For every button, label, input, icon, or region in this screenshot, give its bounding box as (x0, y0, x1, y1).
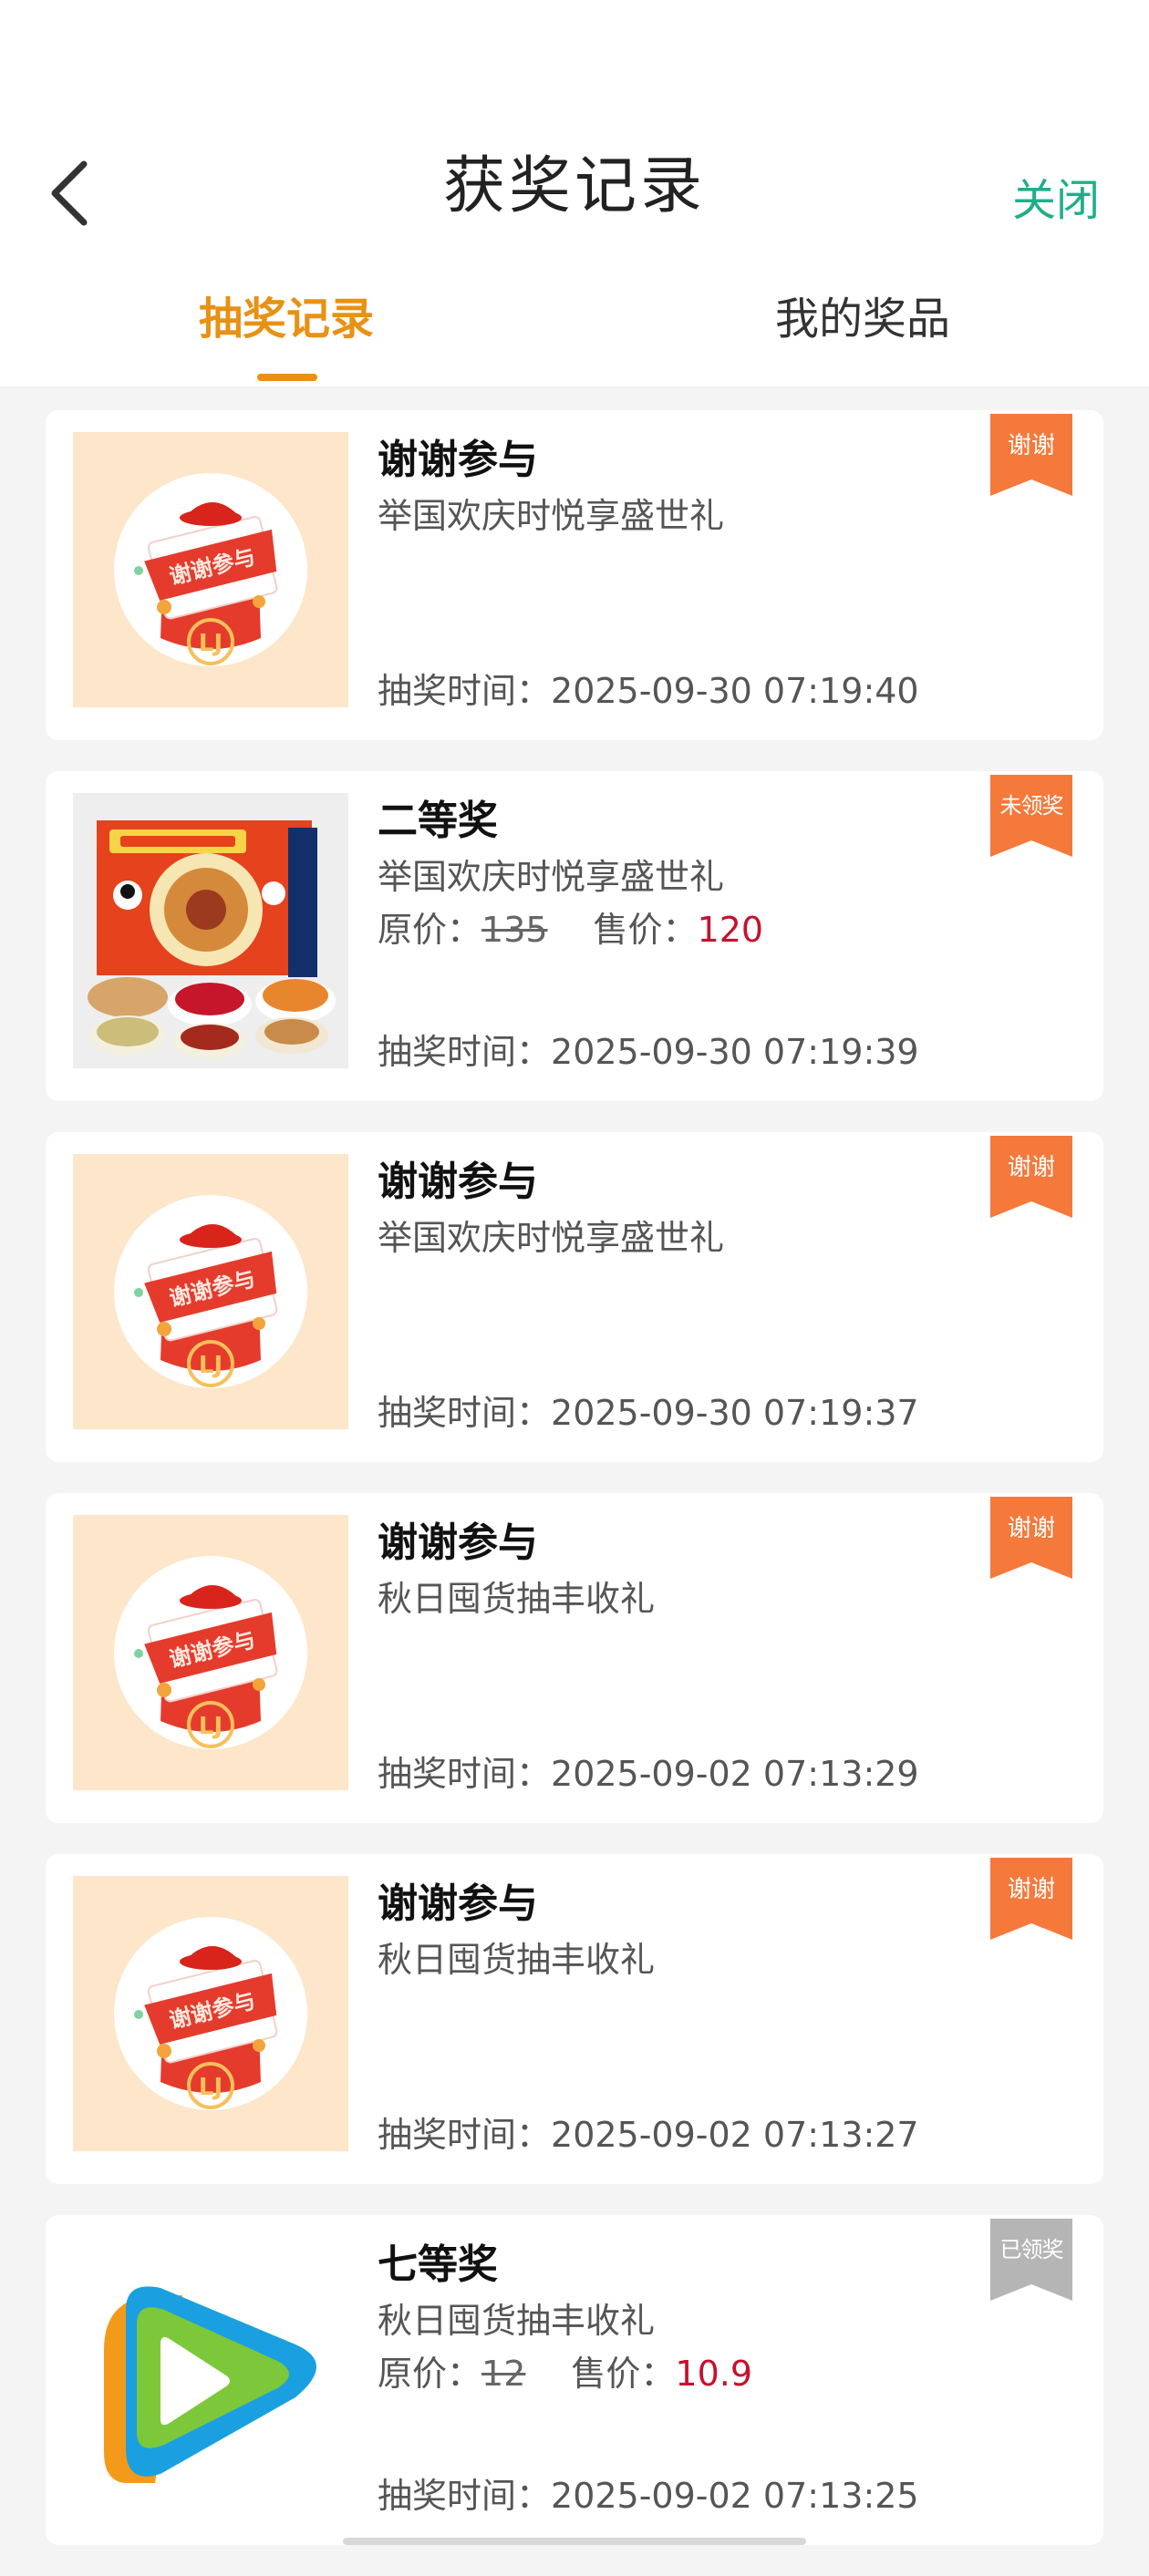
draw-time-value: 2025-09-30 07:19:40 (551, 671, 919, 711)
original-price: 135 (481, 910, 548, 950)
draw-time: 抽奖时间：2025-09-02 07:13:25 (378, 2474, 919, 2519)
svg-text:LJ: LJ (199, 2074, 223, 2101)
tab-draw-records[interactable]: 抽奖记录 (95, 294, 478, 346)
draw-time: 抽奖时间：2025-09-30 07:19:39 (378, 1030, 919, 1075)
record-card[interactable]: LJ 谢谢参与 谢谢参与 秋日囤货抽丰收礼 抽奖时间：2025-09-02 07:1… (46, 1854, 1103, 2184)
record-card[interactable]: LJ 谢谢参与 谢谢参与 秋日囤货抽丰收礼 抽奖时间：2025-09-02 07:1… (46, 1493, 1103, 1823)
activity-name: 秋日囤货抽丰收礼 (378, 1940, 656, 1980)
activity-name: 秋日囤货抽丰收礼 (378, 2301, 656, 2341)
status-ribbon: 谢谢 (990, 1858, 1072, 1940)
draw-time-value: 2025-09-30 07:19:39 (551, 1032, 919, 1072)
close-button[interactable]: 关闭 (1012, 164, 1100, 228)
page-title: 获奖记录 (442, 150, 706, 222)
status-ribbon: 谢谢 (990, 1136, 1072, 1218)
status-ribbon: 谢谢 (990, 414, 1072, 496)
status-ribbon: 未领奖 (990, 775, 1072, 857)
original-price: 12 (481, 2354, 526, 2394)
thanks-participation-image: LJ 谢谢参与 (73, 1876, 348, 2151)
active-tab-indicator (257, 374, 317, 381)
original-price-label: 原价： (378, 910, 482, 950)
draw-time: 抽奖时间：2025-09-02 07:13:27 (378, 2113, 919, 2158)
status-ribbon: 已领奖 (990, 2219, 1072, 2301)
video-app-logo-image (73, 2237, 348, 2512)
sale-price: 10.9 (675, 2354, 752, 2394)
thanks-participation-image: LJ 谢谢参与 (73, 432, 348, 707)
home-indicator (343, 2538, 806, 2545)
record-card[interactable]: 二等奖举国欢庆时悦享盛世礼 原价：135 售价：120 抽奖时间：2025-09-30… (46, 771, 1103, 1101)
record-list: LJ 谢谢参与 谢谢参与 举国欢庆时悦享盛世礼 抽奖时间：2025-09-30 07… (46, 410, 1103, 2576)
sale-price-label: 售价： (593, 910, 698, 950)
draw-time-label: 抽奖时间： (378, 1754, 552, 1794)
activity-name: 举国欢庆时悦享盛世礼 (378, 1218, 725, 1258)
draw-time-label: 抽奖时间： (378, 671, 552, 711)
status-label: 谢谢 (1007, 1154, 1055, 1181)
status-label: 谢谢 (1007, 1515, 1055, 1542)
prize-name: 谢谢参与 (378, 1159, 538, 1205)
tab-my-prizes[interactable]: 我的奖品 (671, 294, 1054, 346)
draw-time-label: 抽奖时间： (378, 1393, 552, 1433)
svg-text:LJ: LJ (199, 630, 223, 657)
snack-gift-box-image (73, 793, 348, 1068)
activity-name: 秋日囤货抽丰收礼 (378, 1579, 656, 1619)
price-line: 原价：12 售价：10.9 (378, 2352, 752, 2396)
draw-time-value: 2025-09-30 07:19:37 (551, 1393, 919, 1433)
status-label: 谢谢 (1007, 1876, 1055, 1903)
status-label: 未领奖 (999, 793, 1064, 819)
price-line: 原价：135 售价：120 (378, 908, 763, 953)
draw-time-label: 抽奖时间： (378, 1032, 552, 1072)
header-bar: 获奖记录 关闭 抽奖记录 我的奖品 (0, 0, 1149, 386)
svg-text:LJ: LJ (199, 1713, 223, 1740)
prize-name: 谢谢参与 (378, 1520, 538, 1566)
activity-name: 举国欢庆时悦享盛世礼 (378, 857, 725, 897)
record-card[interactable]: 七等奖秋日囤货抽丰收礼 原价：12 售价：10.9 抽奖时间：2025-09-02 0… (46, 2215, 1103, 2545)
prize-name: 二等奖 (378, 798, 498, 844)
draw-time-value: 2025-09-02 07:13:29 (551, 1754, 919, 1794)
thanks-participation-image: LJ 谢谢参与 (73, 1515, 348, 1790)
svg-text:LJ: LJ (199, 1352, 223, 1379)
status-label: 已领奖 (999, 2237, 1064, 2262)
prize-name: 七等奖 (378, 2241, 498, 2288)
sale-price: 120 (697, 910, 764, 950)
record-card[interactable]: LJ 谢谢参与 谢谢参与 举国欢庆时悦享盛世礼 抽奖时间：2025-09-30 07… (46, 1132, 1103, 1462)
draw-time: 抽奖时间：2025-09-30 07:19:40 (378, 669, 919, 714)
prize-name: 谢谢参与 (378, 437, 538, 483)
record-card[interactable]: LJ 谢谢参与 谢谢参与 举国欢庆时悦享盛世礼 抽奖时间：2025-09-30 07… (46, 410, 1103, 740)
sale-price-label: 售价： (571, 2354, 676, 2394)
draw-time-value: 2025-09-02 07:13:25 (551, 2476, 919, 2516)
original-price-label: 原价： (378, 2354, 482, 2394)
thanks-participation-image: LJ 谢谢参与 (73, 1154, 348, 1429)
activity-name: 举国欢庆时悦享盛世礼 (378, 496, 725, 536)
prize-name: 谢谢参与 (378, 1880, 538, 1927)
draw-time-value: 2025-09-02 07:13:27 (551, 2115, 919, 2155)
status-ribbon: 谢谢 (990, 1497, 1072, 1579)
status-label: 谢谢 (1007, 432, 1055, 459)
draw-time-label: 抽奖时间： (378, 2476, 552, 2516)
draw-time-label: 抽奖时间： (378, 2115, 552, 2155)
draw-time: 抽奖时间：2025-09-30 07:19:37 (378, 1391, 919, 1436)
draw-time: 抽奖时间：2025-09-02 07:13:29 (378, 1752, 919, 1797)
